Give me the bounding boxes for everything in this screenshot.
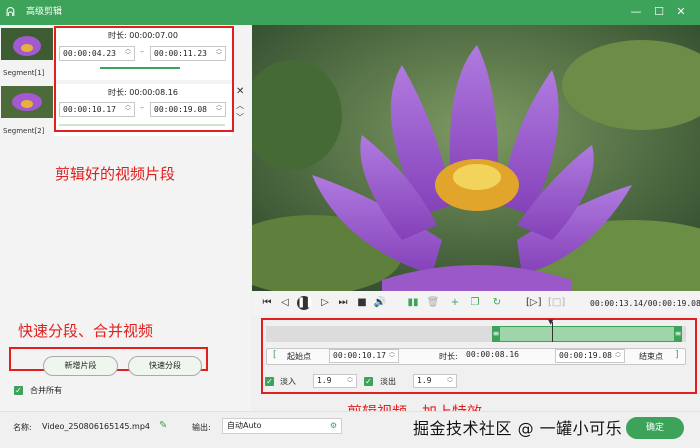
stop-icon[interactable]: ■	[355, 296, 369, 310]
fast-split-button[interactable]: 快速分段	[128, 356, 202, 376]
app-logo-icon: ᕱ	[6, 5, 15, 19]
maximize-button[interactable]: ☐	[651, 4, 667, 20]
segments-annotation: 剪辑好的视频片段	[55, 165, 176, 183]
skip-start-icon[interactable]: ⏮	[260, 296, 274, 310]
step-back-icon[interactable]: ◁	[278, 296, 292, 310]
merge-all-label: 合并所有	[30, 386, 62, 395]
trim-start-handle[interactable]: ≡	[492, 327, 500, 341]
watermark-text: 掘金技术社区 @ 一罐小可乐	[413, 419, 623, 438]
trim-duration-label: 时长:	[439, 352, 458, 361]
skip-end-icon[interactable]: ⏭	[336, 296, 350, 310]
end-bracket-icon: ]	[675, 350, 679, 360]
volume-icon[interactable]: 🔊	[373, 296, 387, 310]
close-button[interactable]: ✕	[673, 4, 689, 20]
end-time-input[interactable]: 00:00:19.08 ︿ ﹀	[555, 349, 625, 363]
title-bar: ᕱ 高级剪辑 — ☐ ✕	[0, 0, 700, 25]
trim-row: [ 起始点 00:00:10.17 ︿ ﹀ 时长: 00:00:08.16 00:…	[266, 348, 686, 365]
minimize-button[interactable]: —	[628, 4, 644, 20]
stepper-icon[interactable]: ︿ ﹀	[446, 375, 454, 388]
stepper-icon[interactable]: ︿ ﹀	[614, 350, 622, 363]
playhead-marker-icon[interactable]: ▼	[548, 318, 553, 326]
timeline-selection[interactable]	[492, 326, 682, 342]
copy-icon[interactable]: ❐	[468, 296, 482, 310]
video-preview[interactable]	[252, 25, 700, 291]
end-point-button[interactable]: 结束点	[639, 351, 663, 362]
move-down-icon[interactable]: ﹀	[236, 112, 244, 123]
segment-1-thumbnail[interactable]	[1, 28, 53, 60]
file-name: Video_250806165145.mp4	[42, 422, 150, 431]
pause-icon[interactable]: ❚❚	[297, 296, 314, 310]
trim-end-handle[interactable]: ≡	[674, 327, 682, 341]
merge-all-checkbox[interactable]: ✓	[14, 386, 23, 395]
edit-name-icon[interactable]: ✎	[159, 420, 167, 431]
start-bracket-icon: [	[273, 350, 277, 360]
footer-bar: 名称: Video_250806165145.mp4 ✎ 输出: 自动Auto …	[0, 411, 700, 448]
stepper-icon[interactable]: ︿ ﹀	[388, 350, 396, 363]
lotus-thumbnail-image	[1, 28, 53, 60]
segment-1-label: Segment[1]	[3, 69, 45, 77]
lotus-thumbnail-image	[1, 86, 53, 118]
fade-in-label: 淡入	[280, 377, 296, 386]
delete-icon[interactable]: 🗑	[426, 296, 440, 310]
mark-out-icon[interactable]: [□]	[548, 296, 565, 310]
fade-out-input[interactable]: 1.9 ︿ ﹀	[413, 374, 457, 388]
window-title: 高级剪辑	[26, 7, 63, 17]
add-icon[interactable]: +	[448, 296, 462, 310]
segments-highlight	[54, 26, 234, 132]
playback-controls: ⏮ ◁ ❚❚ ▷ ⏭ ■ 🔊 ▮▮ 🗑 + ❐ ↻ [▷] [□] 00:00:…	[252, 291, 700, 315]
new-segment-button[interactable]: 新增片段	[43, 356, 118, 376]
delete-segment-icon[interactable]: ✕	[236, 86, 244, 97]
start-time-input[interactable]: 00:00:10.17 ︿ ﹀	[329, 349, 399, 363]
trim-duration-value: 00:00:08.16	[466, 350, 519, 359]
fade-out-checkbox[interactable]: ✓	[364, 377, 373, 386]
gear-icon[interactable]: ⚙	[330, 419, 337, 433]
reset-icon[interactable]: ↻	[490, 296, 504, 310]
timeline-track[interactable]: ≡ ≡ ▼	[266, 318, 686, 342]
ok-button[interactable]: 确定	[626, 417, 684, 439]
start-point-button[interactable]: 起始点	[287, 351, 311, 362]
fade-in-input[interactable]: 1.9 ︿ ﹀	[313, 374, 357, 388]
step-forward-icon[interactable]: ▷	[318, 296, 332, 310]
fade-out-label: 淡出	[380, 377, 396, 386]
fade-in-checkbox[interactable]: ✓	[265, 377, 274, 386]
segment-2-thumbnail[interactable]	[1, 86, 53, 118]
output-label: 输出:	[192, 423, 211, 432]
mark-in-icon[interactable]: [▷]	[526, 296, 542, 310]
split-merge-annotation: 快速分段、合并视频	[18, 322, 154, 340]
output-format-select[interactable]: 自动Auto ⚙	[222, 418, 342, 434]
segment-2-label: Segment[2]	[3, 127, 45, 135]
split-icon[interactable]: ▮▮	[406, 296, 420, 310]
move-up-icon[interactable]: ︿	[236, 100, 244, 111]
stepper-icon[interactable]: ︿ ﹀	[346, 375, 354, 388]
lotus-video-frame	[252, 25, 700, 291]
name-label: 名称:	[13, 423, 32, 432]
playback-time: 00:00:13.14/00:00:19.08	[590, 299, 700, 308]
